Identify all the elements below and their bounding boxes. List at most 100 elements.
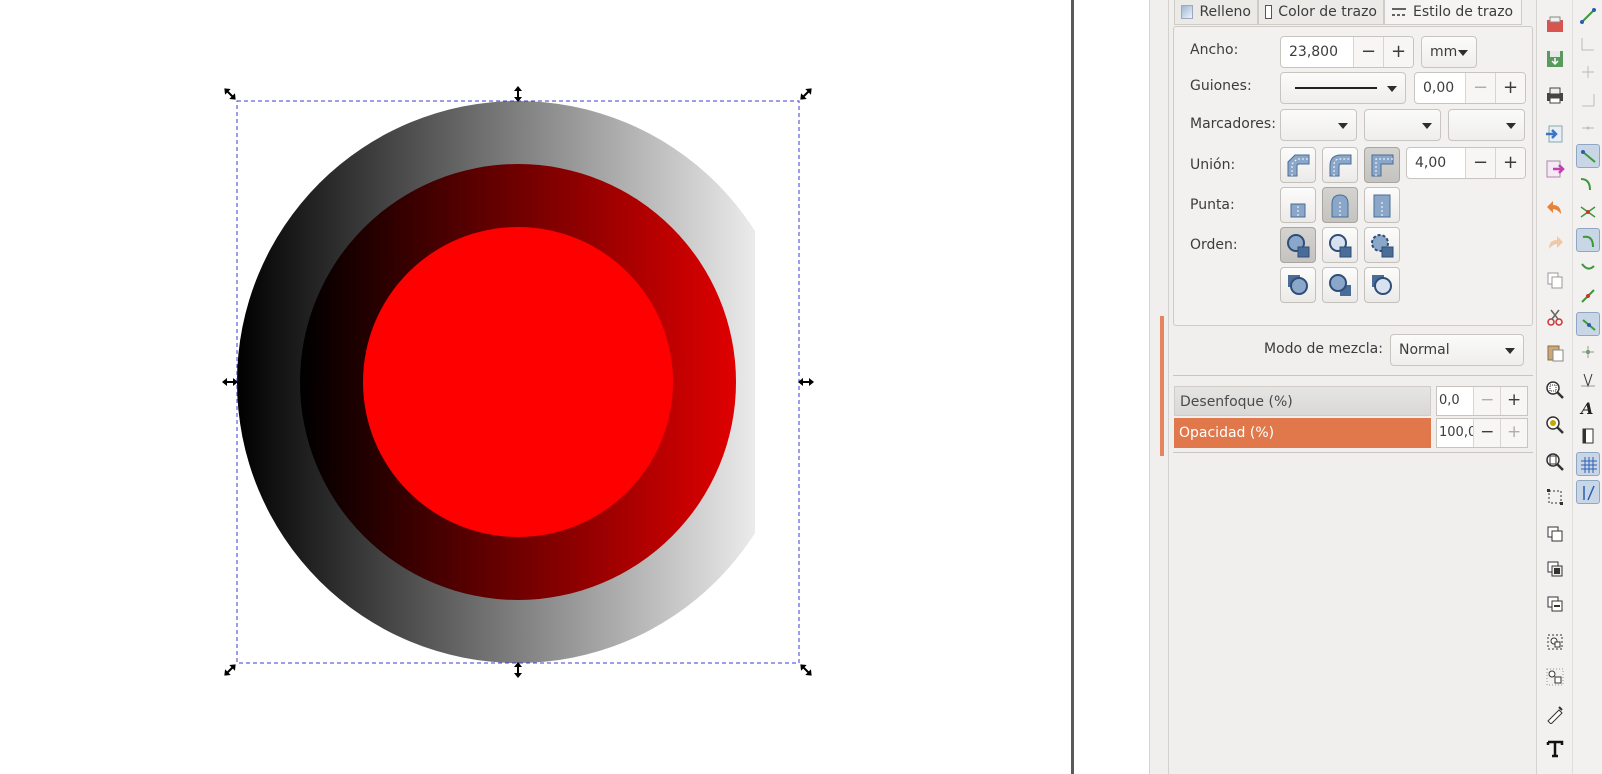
join-bevel-button[interactable] <box>1280 147 1316 183</box>
snap-intersections-icon[interactable] <box>1576 200 1600 224</box>
dash-offset-value[interactable]: 0,00 <box>1415 73 1465 103</box>
dash-offset-spinner[interactable]: 0,00 − + <box>1414 72 1526 104</box>
snap-rotation-center-icon[interactable] <box>1576 340 1600 364</box>
dash-offset-increment[interactable]: + <box>1495 73 1525 103</box>
miter-limit-decrement[interactable]: − <box>1465 148 1495 178</box>
snap-paths-icon[interactable] <box>1576 172 1600 196</box>
blur-decrement[interactable]: − <box>1473 387 1501 415</box>
redo-icon[interactable] <box>1543 231 1567 255</box>
snap-enable-icon[interactable] <box>1576 4 1600 28</box>
stroke-width-decrement[interactable]: − <box>1353 37 1383 67</box>
opacity-decrement[interactable]: − <box>1473 419 1501 447</box>
opacity-value[interactable]: 100,0 <box>1437 419 1473 447</box>
miter-limit-increment[interactable]: + <box>1495 148 1525 178</box>
order-markers-fill-stroke-button[interactable] <box>1280 267 1316 303</box>
snap-toolbar: A <box>1572 0 1602 774</box>
dash-offset-decrement[interactable]: − <box>1465 73 1495 103</box>
blur-slider[interactable]: Desenfoque (%) <box>1174 386 1431 416</box>
cap-butt-button[interactable] <box>1280 187 1316 223</box>
scale-handle-bottom[interactable] <box>514 662 522 678</box>
start-marker-dropdown[interactable] <box>1280 109 1357 141</box>
cut-icon[interactable] <box>1543 305 1567 329</box>
zoom-width-icon[interactable] <box>1543 485 1567 509</box>
scale-handle-bottom-right[interactable] <box>798 662 815 679</box>
tab-stroke-style[interactable]: Estilo de trazo <box>1384 0 1522 25</box>
zoom-page-icon[interactable] <box>1543 450 1567 474</box>
snap-bbox-midpoints-icon[interactable] <box>1576 116 1600 140</box>
duplicate-icon[interactable] <box>1543 522 1567 546</box>
save-icon[interactable] <box>1543 47 1567 71</box>
tab-stroke-paint[interactable]: Color de trazo <box>1258 0 1384 25</box>
snap-document-page-icon[interactable] <box>1576 424 1600 448</box>
blur-increment[interactable]: + <box>1500 387 1527 415</box>
snap-page-border-icon[interactable]: A <box>1576 396 1600 420</box>
canvas-drawing[interactable] <box>0 0 1071 774</box>
snap-midpoints-icon[interactable] <box>1576 284 1600 308</box>
export-icon[interactable] <box>1543 157 1567 181</box>
drawing-canvas[interactable] <box>0 0 1071 774</box>
order-stroke-markers-fill-button[interactable] <box>1322 267 1358 303</box>
group-icon[interactable] <box>1543 630 1567 654</box>
stroke-width-increment[interactable]: + <box>1383 37 1413 67</box>
scale-handle-top-left[interactable] <box>222 86 239 103</box>
snap-centers-icon[interactable] <box>1576 312 1600 336</box>
end-marker-dropdown[interactable] <box>1448 109 1525 141</box>
snap-smooth-icon[interactable] <box>1576 256 1600 280</box>
fill-stroke-icon[interactable] <box>1543 702 1567 726</box>
mid-marker-dropdown[interactable] <box>1364 109 1441 141</box>
order-fill-stroke-markers-button[interactable] <box>1280 227 1316 263</box>
print-icon[interactable] <box>1543 83 1567 107</box>
unlink-clone-icon[interactable] <box>1543 592 1567 616</box>
zoom-drawing-icon[interactable] <box>1543 413 1567 437</box>
miter-limit-value[interactable]: 4,00 <box>1407 148 1465 178</box>
blur-value[interactable]: 0,0 <box>1437 387 1473 415</box>
panel-resize-handle[interactable] <box>1160 316 1164 456</box>
cap-square-icon <box>1373 194 1391 218</box>
width-unit-value: mm <box>1430 44 1458 60</box>
snap-nodes-icon[interactable] <box>1576 144 1600 168</box>
opacity-spinner[interactable]: 100,0 − + <box>1436 418 1528 448</box>
miter-limit-spinner[interactable]: 4,00 − + <box>1406 147 1526 179</box>
import-icon[interactable] <box>1543 122 1567 146</box>
scale-handle-left[interactable] <box>222 378 238 386</box>
cap-label: Punta: <box>1190 197 1235 213</box>
cap-square-button[interactable] <box>1364 187 1400 223</box>
undo-icon[interactable] <box>1543 196 1567 220</box>
order-markers-stroke-fill-button[interactable] <box>1364 267 1400 303</box>
stroke-width-value[interactable]: 23,800 <box>1281 37 1353 67</box>
dash-pattern-dropdown[interactable] <box>1280 72 1406 104</box>
open-icon[interactable] <box>1543 12 1567 36</box>
blur-spinner[interactable]: 0,0 − + <box>1436 386 1528 416</box>
chevron-down-icon <box>1458 50 1468 56</box>
tab-fill[interactable]: Relleno <box>1174 0 1258 25</box>
snap-guides-icon[interactable] <box>1576 480 1600 504</box>
zoom-selection-icon[interactable] <box>1543 378 1567 402</box>
clone-icon[interactable] <box>1543 557 1567 581</box>
paste-icon[interactable] <box>1543 340 1567 364</box>
ungroup-icon[interactable] <box>1543 665 1567 689</box>
join-miter-button[interactable] <box>1364 147 1400 183</box>
snap-cusp-icon[interactable] <box>1576 228 1600 252</box>
inner-circle[interactable] <box>363 227 673 537</box>
order-stroke-fill-markers-button[interactable] <box>1322 227 1358 263</box>
opacity-slider[interactable]: Opacidad (%) <box>1174 418 1431 448</box>
snap-grids-icon[interactable] <box>1576 452 1600 476</box>
join-round-button[interactable] <box>1322 147 1358 183</box>
scale-handle-top[interactable] <box>514 86 522 102</box>
snap-text-baseline-icon[interactable] <box>1576 368 1600 392</box>
snap-bbox-corners-icon[interactable] <box>1576 88 1600 112</box>
cap-round-button[interactable] <box>1322 187 1358 223</box>
width-unit-dropdown[interactable]: mm <box>1421 36 1477 68</box>
scale-handle-bottom-left[interactable] <box>222 662 239 679</box>
text-font-icon[interactable] <box>1543 737 1567 761</box>
markers-label: Marcadores: <box>1190 116 1276 132</box>
opacity-increment[interactable]: + <box>1500 419 1527 447</box>
snap-bbox-icon[interactable] <box>1576 32 1600 56</box>
order-fill-markers-stroke-button[interactable] <box>1364 227 1400 263</box>
snap-bbox-edges-icon[interactable] <box>1576 60 1600 84</box>
blend-mode-dropdown[interactable]: Normal <box>1390 334 1524 366</box>
scale-handle-right[interactable] <box>798 378 814 386</box>
scale-handle-top-right[interactable] <box>798 86 815 103</box>
copy-icon[interactable] <box>1543 268 1567 292</box>
stroke-width-spinner[interactable]: 23,800 − + <box>1280 36 1414 68</box>
